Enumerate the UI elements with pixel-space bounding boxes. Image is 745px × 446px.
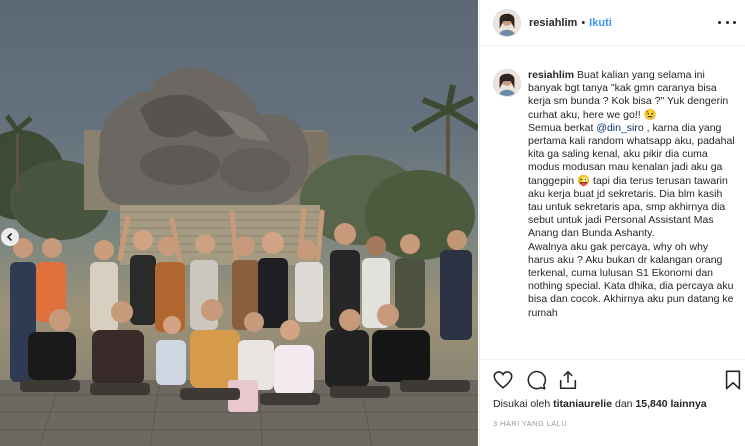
caption-text-part2: , karna dia yang pertama kali random wha… — [528, 121, 735, 319]
action-bar — [480, 359, 745, 399]
likes-summary: Disukai oleh titaniaurelie dan 15,840 la… — [493, 398, 707, 410]
chevron-left-icon — [6, 232, 13, 242]
heart-icon — [493, 371, 513, 389]
likes-user-link[interactable]: titaniaurelie — [553, 398, 612, 410]
likes-suffix[interactable]: lainnya — [668, 398, 706, 410]
likes-middle: dan — [612, 398, 636, 410]
header-separator: • — [581, 16, 586, 29]
post-photo[interactable] — [0, 0, 478, 446]
save-button[interactable] — [722, 369, 744, 391]
caption-author-avatar[interactable] — [493, 69, 521, 97]
like-button[interactable] — [492, 369, 514, 391]
caption-mention[interactable]: @din_siro — [596, 122, 643, 134]
share-button[interactable] — [557, 369, 579, 391]
more-options-button[interactable] — [718, 14, 736, 30]
ellipsis-icon — [718, 20, 721, 24]
comments-area[interactable]: resiahlim Buat kalian yang selama ini ba… — [480, 47, 745, 359]
post-side-panel: resiahlim • Ikuti resiahlim Buat kalian … — [479, 0, 745, 446]
bookmark-icon — [725, 370, 741, 390]
previous-photo-button[interactable] — [1, 228, 19, 246]
author-avatar[interactable] — [493, 8, 521, 37]
comment-icon — [527, 370, 547, 390]
post-caption: resiahlim Buat kalian yang selama ini ba… — [528, 69, 736, 320]
post-header: resiahlim • Ikuti — [480, 0, 745, 46]
caption-username[interactable]: resiahlim — [528, 69, 574, 81]
likes-count-link[interactable]: 15,840 — [635, 398, 667, 410]
author-username[interactable]: resiahlim — [529, 17, 577, 29]
follow-button[interactable]: Ikuti — [589, 17, 612, 29]
group-photo-garuda-wisnu-kencana — [0, 67, 478, 446]
share-icon — [559, 370, 577, 390]
post-timestamp[interactable]: 3 HARI YANG LALU — [493, 419, 567, 428]
likes-prefix: Disukai oleh — [493, 398, 554, 410]
comment-button[interactable] — [525, 369, 547, 391]
